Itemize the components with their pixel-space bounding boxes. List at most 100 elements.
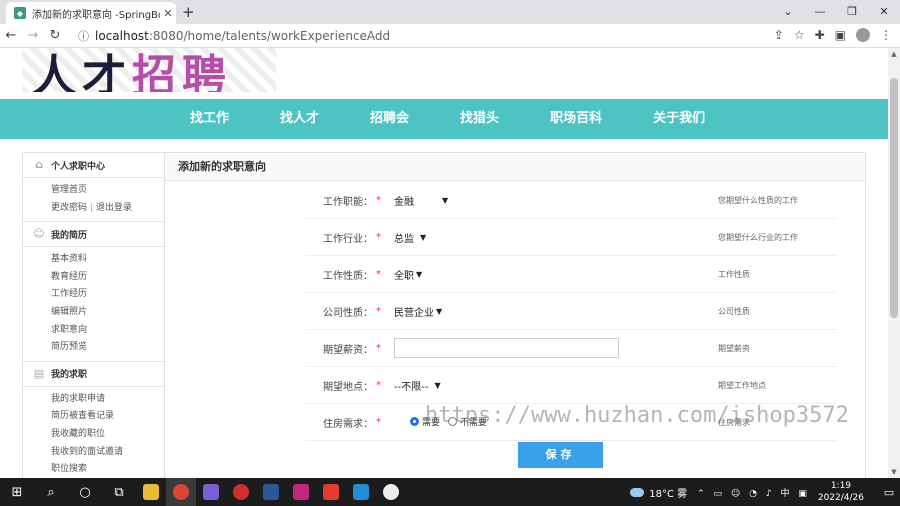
word-icon[interactable] <box>256 478 286 506</box>
chevron-down-icon[interactable]: ⌄ <box>772 0 804 24</box>
app-icon-red[interactable] <box>316 478 346 506</box>
close-tab-icon[interactable]: ✕ <box>160 7 176 20</box>
sidebar-group-title: 个人求职中心 <box>51 161 106 172</box>
required-mark: * <box>376 305 381 317</box>
minimize-icon[interactable]: — <box>804 0 836 24</box>
chevron-down-icon: ▼ <box>442 195 449 205</box>
sidebar-item-work-experience[interactable]: 工作经历 <box>51 286 165 304</box>
sidebar-item-job-intention[interactable]: 求职意向 <box>51 322 165 340</box>
scrollbar-thumb[interactable] <box>890 78 898 318</box>
save-button[interactable]: 保存 <box>518 442 603 468</box>
sidebar-item-edit-photo[interactable]: 编辑照片 <box>51 304 165 322</box>
field-label: 公司性质： <box>323 307 373 319</box>
nav-item-headhunter[interactable]: 找猎头 <box>460 99 499 139</box>
nav-item-job-fair[interactable]: 招聘会 <box>370 99 409 139</box>
site-logo[interactable]: 人才招聘 <box>22 48 276 92</box>
app-icon-blue[interactable] <box>346 478 376 506</box>
tray-icons[interactable]: ⌃ ▭ ☺ ◔ ♪ 中 ▣ <box>697 486 810 499</box>
sidebar-item-interview-invites[interactable]: 我收到的面试邀请 <box>51 444 165 462</box>
notification-icon[interactable]: ▭ <box>878 486 900 499</box>
salary-input[interactable] <box>394 338 619 358</box>
nav-item-career-wiki[interactable]: 职场百科 <box>550 99 602 139</box>
select-value: 总监 <box>394 233 414 245</box>
sidebar-group-personal-center: ⌂ 个人求职中心 <box>23 153 165 178</box>
scroll-up-icon[interactable]: ▲ <box>888 50 900 58</box>
nav-item-about-us[interactable]: 关于我们 <box>653 99 705 139</box>
date-text: 2022/4/26 <box>817 493 864 503</box>
field-label: 工作性质： <box>323 270 373 282</box>
sidebar-item-job-search[interactable]: 职位搜索 <box>51 461 165 478</box>
page-scrollbar[interactable]: ▲ ▼ <box>888 48 900 478</box>
cortana-icon[interactable]: ○ <box>68 478 102 506</box>
sidebar-item-saved-jobs[interactable]: 我收藏的职位 <box>51 426 165 444</box>
main-nav: 找工作 找人才 招聘会 找猎头 职场百科 关于我们 <box>0 99 888 139</box>
site-info-icon[interactable]: ⓘ <box>78 28 89 44</box>
site-favicon-icon: ◆ <box>14 7 26 19</box>
sidebar-item-resume-views[interactable]: 简历被查看记录 <box>51 408 165 426</box>
ime-indicator[interactable]: 中 <box>780 489 792 499</box>
close-icon[interactable]: ✕ <box>868 0 900 24</box>
bookmark-star-icon[interactable]: ☆ <box>794 28 805 42</box>
location-select[interactable]: --不限-- ▼ <box>394 378 441 393</box>
weather-widget[interactable]: 18°C 雾 <box>630 485 687 500</box>
forward-icon[interactable]: → <box>22 28 44 43</box>
form-row-salary: 期望薪资： * 期望薪资 <box>305 330 837 367</box>
profile-avatar-icon[interactable] <box>856 28 870 42</box>
sidebar-list-personal: 管理首页 更改密码 | 退出登录 <box>23 178 165 223</box>
intellij-icon[interactable] <box>286 478 316 506</box>
company-type-select[interactable]: 民营企业 ▼ <box>394 304 442 319</box>
side-panel-icon[interactable]: ▣ <box>835 28 846 42</box>
nav-item-find-job[interactable]: 找工作 <box>190 99 229 139</box>
job-function-select[interactable]: 金融 ▼ <box>394 193 448 208</box>
windows-start-icon[interactable]: ⊞ <box>0 478 34 506</box>
address-bar[interactable]: ⓘ localhost:8080/home/talents/workExperi… <box>78 26 808 46</box>
select-value: 民营企业 <box>394 307 434 319</box>
job-type-select[interactable]: 全职 ▼ <box>394 267 422 282</box>
scroll-down-icon[interactable]: ▼ <box>888 468 900 476</box>
extensions-icon[interactable]: ✚ <box>815 28 825 42</box>
form-row-job-function: 工作职能： * 金融 ▼ 您期望什么性质的工作 <box>305 182 837 219</box>
home-icon: ⌂ <box>35 158 43 171</box>
sidebar-item-dashboard[interactable]: 管理首页 <box>51 182 165 200</box>
web-page: 人才招聘 找工作 找人才 招聘会 找猎头 职场百科 关于我们 ⌂ 个人求职中心 … <box>0 48 888 478</box>
taskbar-clock[interactable]: 1:19 2022/4/26 <box>818 480 864 504</box>
restore-icon[interactable]: ❐ <box>836 0 868 24</box>
field-hint: 您期望什么行业的工作 <box>718 232 798 242</box>
sidebar: ⌂ 个人求职中心 管理首页 更改密码 | 退出登录 ☺ 我的简历 基本资料 教育… <box>22 152 165 478</box>
browser-tab[interactable]: ◆ 添加新的求职意向 -SpringBoot... ✕ <box>6 2 176 24</box>
sidebar-item-resume-preview[interactable]: 简历预览 <box>51 339 165 357</box>
netease-music-icon[interactable] <box>226 478 256 506</box>
app-icon-purple[interactable] <box>196 478 226 506</box>
radio-selected-icon <box>410 417 419 426</box>
reload-icon[interactable]: ↻ <box>44 28 66 43</box>
share-icon[interactable]: ⇪ <box>774 28 784 42</box>
page-title: 添加新的求职意向 <box>165 153 865 181</box>
sidebar-group-title: 我的求职 <box>51 370 88 381</box>
browser-toolbar: ← → ↻ ⓘ localhost:8080/home/talents/work… <box>0 24 900 48</box>
required-mark: * <box>376 268 381 280</box>
sidebar-item-change-password[interactable]: 更改密码 <box>51 203 87 213</box>
chrome-icon[interactable] <box>166 478 196 506</box>
field-hint: 期望工作地点 <box>718 380 766 390</box>
menu-dots-icon[interactable]: ⋮ <box>880 28 892 42</box>
chevron-down-icon: ▼ <box>420 232 427 242</box>
sidebar-item-education[interactable]: 教育经历 <box>51 269 165 287</box>
file-explorer-icon[interactable] <box>136 478 166 506</box>
sidebar-item-basic-info[interactable]: 基本资料 <box>51 251 165 269</box>
form-row-company-type: 公司性质： * 民营企业 ▼ 公司性质 <box>305 293 837 330</box>
new-tab-button[interactable]: + <box>182 3 195 21</box>
back-icon[interactable]: ← <box>0 28 22 43</box>
nav-item-find-talent[interactable]: 找人才 <box>280 99 319 139</box>
url-host: localhost <box>95 29 149 43</box>
watermark-text: https://www.huzhan.com/ishop3572 <box>425 403 849 428</box>
sidebar-item-my-applications[interactable]: 我的求职申请 <box>51 391 165 409</box>
person-icon: ☺ <box>33 227 45 241</box>
app-icon-white[interactable] <box>376 478 406 506</box>
form-row-job-type: 工作性质： * 全职 ▼ 工作性质 <box>305 256 837 293</box>
document-icon: ▤ <box>33 366 45 380</box>
sidebar-item-logout[interactable]: 退出登录 <box>96 203 132 213</box>
field-label: 工作职能： <box>323 196 373 208</box>
industry-select[interactable]: 总监 ▼ <box>394 230 426 245</box>
search-icon[interactable]: ⌕ <box>34 478 68 506</box>
task-view-icon[interactable]: ⧉ <box>102 478 136 506</box>
